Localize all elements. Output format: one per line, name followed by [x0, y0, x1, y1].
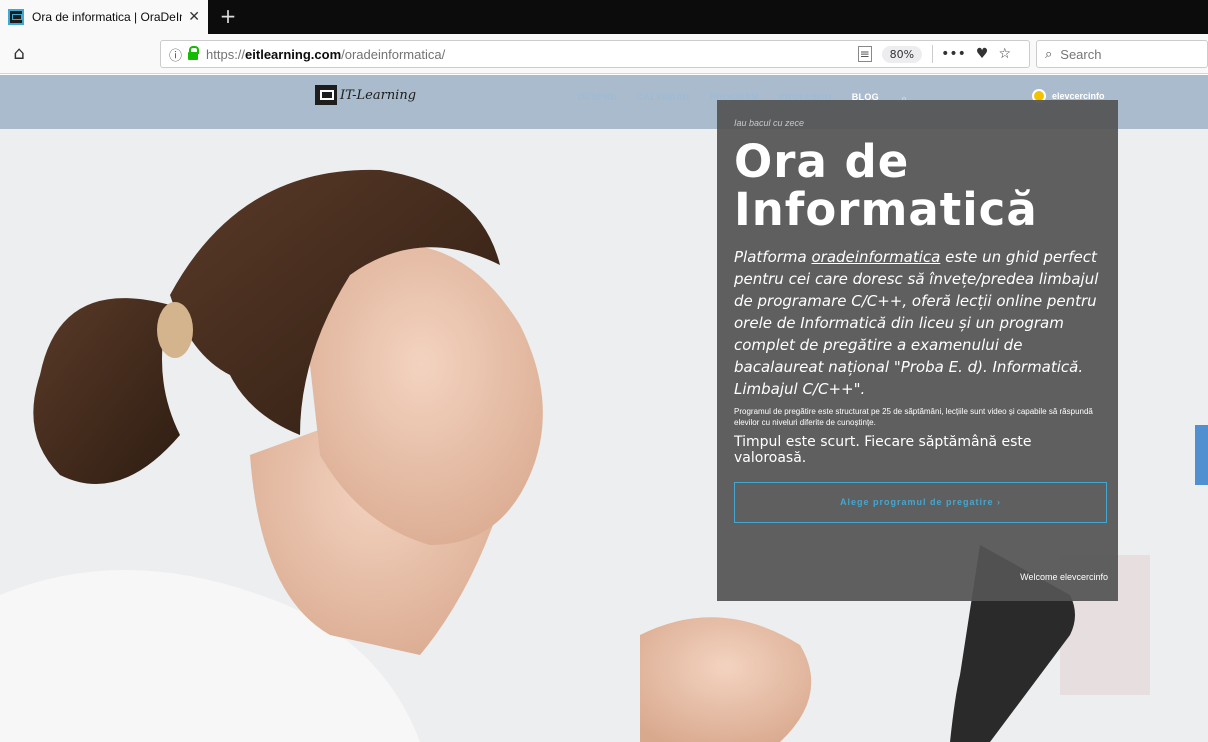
logo-mark-icon [315, 85, 337, 105]
search-bar[interactable]: ⌕ [1036, 40, 1208, 68]
search-input[interactable] [1060, 46, 1181, 62]
url-text[interactable]: https://eitlearning.com/oradeinformatica… [206, 47, 858, 62]
hero-small-text: Programul de pregătire este structurat p… [734, 407, 1093, 427]
lead-link[interactable]: oradeinformatica [811, 248, 940, 266]
hero-kicker: Iau bacul cu zece [734, 118, 805, 128]
hero-title: Ora de Informatică [734, 138, 1101, 234]
lock-icon[interactable] [188, 46, 200, 60]
home-icon[interactable]: ⌂ [8, 43, 30, 65]
site-favicon-icon [8, 9, 24, 25]
hero-punchline: Timpul este scurt. Fiecare săptămână est… [734, 434, 1032, 466]
close-tab-icon[interactable]: ✕ [188, 9, 200, 25]
hero-card: Iau bacul cu zece Ora de Informatică Pla… [717, 100, 1118, 601]
toolbar-divider [932, 45, 934, 63]
hero-title-line2: Informatică [734, 183, 1038, 236]
search-icon: ⌕ [1045, 46, 1053, 62]
info-icon[interactable]: ⓘ [169, 45, 182, 64]
welcome-text: Welcome elevcercinfo [1020, 572, 1108, 582]
lead-prefix: Platforma [734, 248, 812, 266]
page-actions-icon[interactable]: ••• [941, 46, 966, 62]
nav-toolbar: ⌂ ⓘ https://eitlearning.com/oradeinforma… [0, 34, 1208, 74]
logo-text: IT-Learning [340, 87, 417, 103]
browser-tab[interactable]: Ora de informatica | OraDeInfor ✕ [0, 0, 208, 34]
site-logo[interactable]: IT-Learning [315, 85, 416, 105]
web-page: IT-Learning DESPRE CALENDAR PROGRAM PROF… [0, 75, 1208, 742]
lead-rest: este un ghid perfect pentru cei care dor… [734, 248, 1099, 398]
hero-title-line1: Ora de [734, 135, 910, 188]
url-bar[interactable]: ⓘ https://eitlearning.com/oradeinformati… [160, 40, 1030, 68]
reader-view-icon[interactable]: ≡ [857, 46, 872, 62]
menu-item-calendar[interactable]: CALENDAR [637, 92, 690, 106]
tab-title: Ora de informatica | OraDeInfor [32, 10, 182, 24]
menu-item-despre[interactable]: DESPRE [578, 92, 617, 106]
tab-strip: Ora de informatica | OraDeInfor ✕ + [0, 0, 1208, 34]
choose-program-button[interactable]: Alege programul de pregatire › [734, 482, 1107, 523]
pocket-icon[interactable]: ♥ [976, 46, 989, 62]
hero-lead: Platforma oradeinformatica este un ghid … [734, 246, 1101, 400]
new-tab-button[interactable]: + [216, 4, 240, 28]
bookmark-star-icon[interactable]: ☆ [998, 46, 1011, 62]
zoom-level[interactable]: 80% [881, 45, 923, 63]
